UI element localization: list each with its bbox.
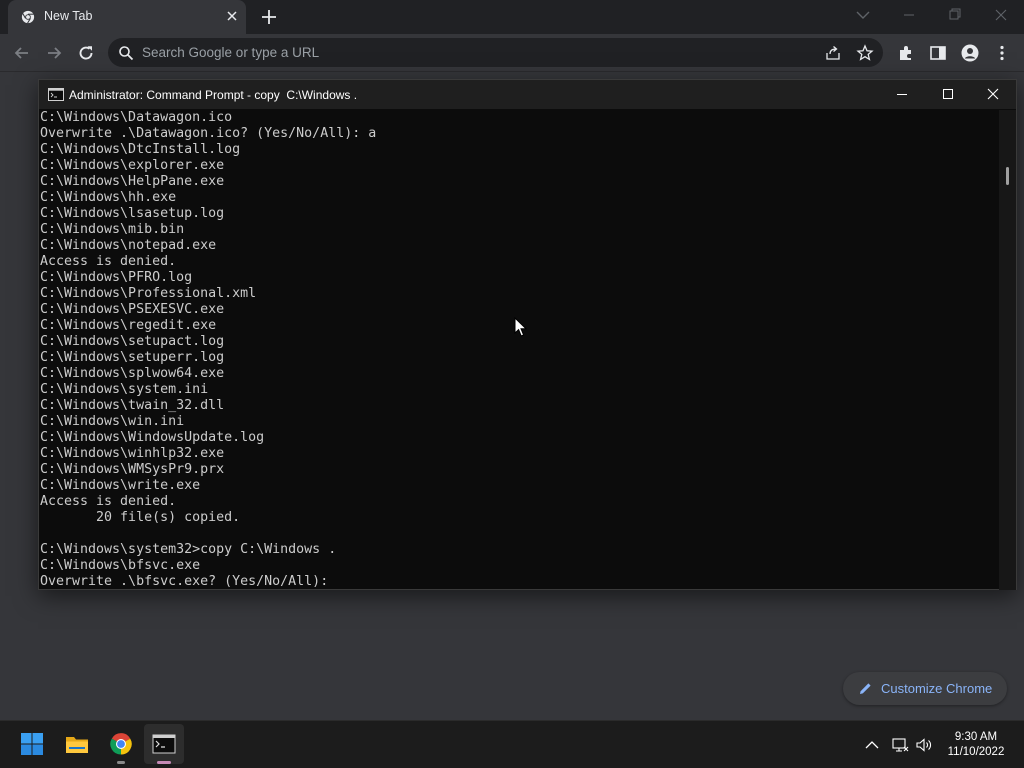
console-line: C:\Windows\WindowsUpdate.log	[40, 430, 265, 445]
console-line: C:\Windows\DtcInstall.log	[40, 142, 241, 157]
console-line: Access is denied.	[40, 494, 177, 509]
new-tab-plus-icon[interactable]	[259, 7, 279, 27]
close-window-icon[interactable]	[978, 0, 1024, 30]
active-indicator	[157, 761, 171, 764]
taskbar-chrome[interactable]	[101, 724, 141, 764]
windows-taskbar: 9:30 AM 11/10/2022	[0, 720, 1024, 768]
cmd-window-title: Administrator: Command Prompt - copy C:\…	[69, 88, 358, 102]
restore-icon[interactable]	[932, 0, 978, 30]
console-line: C:\Windows\PSEXESVC.exe	[40, 302, 225, 317]
chrome-favicon-icon	[21, 10, 35, 24]
terminal-icon	[152, 734, 176, 754]
show-hidden-icons-chevron-icon[interactable]	[863, 736, 881, 754]
cmd-minimize-icon[interactable]	[879, 80, 925, 109]
chrome-tab-strip: New Tab	[0, 0, 1024, 34]
desktop-screen: New Tab Search Google or type a URL Cust…	[0, 0, 1024, 768]
minimize-icon[interactable]	[886, 0, 932, 30]
volume-icon[interactable]	[915, 736, 933, 754]
customize-chrome-button[interactable]: Customize Chrome	[843, 672, 1007, 705]
chrome-icon	[110, 733, 132, 755]
customize-chrome-label: Customize Chrome	[881, 681, 993, 696]
chrome-toolbar: Search Google or type a URL	[0, 34, 1024, 72]
tab-close-icon[interactable]	[224, 8, 240, 24]
clock-time: 9:30 AM	[954, 731, 998, 743]
console-line: 20 file(s) copied.	[40, 510, 241, 525]
system-clock[interactable]: 9:30 AM 11/10/2022	[938, 730, 1014, 760]
side-panel-icon[interactable]	[928, 43, 948, 63]
console-line: C:\Windows\HelpPane.exe	[40, 174, 225, 189]
clock-date: 11/10/2022	[947, 746, 1005, 758]
console-line: C:\Windows\twain_32.dll	[40, 398, 225, 413]
cmd-app-icon	[48, 88, 64, 101]
taskbar-command-prompt[interactable]	[144, 724, 184, 764]
running-indicator	[117, 761, 125, 764]
console-line: C:\Windows\system.ini	[40, 382, 209, 397]
cmd-maximize-icon[interactable]	[925, 80, 971, 109]
console-line: C:\Windows\write.exe	[40, 478, 201, 493]
search-icon	[119, 46, 134, 61]
console-line: Access is denied.	[40, 254, 177, 269]
tab-search-chevron-icon[interactable]	[855, 8, 871, 22]
console-scrollbar[interactable]	[999, 110, 1016, 590]
console-line: C:\Windows\notepad.exe	[40, 238, 217, 253]
windows-logo-icon	[21, 733, 43, 755]
share-icon[interactable]	[824, 44, 842, 62]
folder-icon	[66, 737, 88, 753]
console-line: Overwrite .\bfsvc.exe? (Yes/No/All):	[40, 574, 329, 589]
network-icon[interactable]	[891, 736, 909, 754]
console-line: C:\Windows\mib.bin	[40, 222, 185, 237]
cmd-title-bar[interactable]: Administrator: Command Prompt - copy C:\…	[39, 80, 1016, 109]
omnibox-placeholder: Search Google or type a URL	[142, 45, 320, 60]
bookmark-star-icon[interactable]	[856, 44, 874, 62]
console-line: C:\Windows\PFRO.log	[40, 270, 193, 285]
console-line: C:\Windows\splwow64.exe	[40, 366, 225, 381]
console-line: C:\Windows\Professional.xml	[40, 286, 257, 301]
console-line: C:\Windows\setuperr.log	[40, 350, 225, 365]
tab-title: New Tab	[44, 9, 93, 23]
console-line: C:\Windows\WMSysPr9.prx	[40, 462, 225, 477]
console-line: C:\Windows\Datawagon.ico	[40, 110, 233, 125]
taskbar-start-button[interactable]	[12, 724, 52, 764]
tab-new-tab[interactable]: New Tab	[8, 0, 246, 34]
pencil-icon	[860, 683, 871, 694]
taskbar-file-explorer[interactable]	[57, 724, 97, 764]
console-line: Overwrite .\Datawagon.ico? (Yes/No/All):…	[40, 126, 377, 141]
console-line: C:\Windows\lsasetup.log	[40, 206, 225, 221]
reload-icon[interactable]	[76, 43, 96, 63]
console-line: C:\Windows\system32>copy C:\Windows .	[40, 542, 337, 557]
forward-arrow-icon[interactable]	[44, 43, 64, 63]
omnibox[interactable]: Search Google or type a URL	[108, 38, 883, 67]
chrome-menu-kebab-icon[interactable]	[992, 43, 1012, 63]
console-line: C:\Windows\winhlp32.exe	[40, 446, 225, 461]
mouse-pointer-icon	[514, 317, 528, 337]
console-line: C:\Windows\hh.exe	[40, 190, 177, 205]
console-line: C:\Windows\explorer.exe	[40, 158, 225, 173]
console-output[interactable]: C:\Windows\Datawagon.ico Overwrite .\Data…	[40, 110, 998, 590]
cmd-close-icon[interactable]	[970, 80, 1016, 109]
console-line: C:\Windows\bfsvc.exe	[40, 558, 201, 573]
profile-avatar-icon[interactable]	[960, 43, 980, 63]
console-line: C:\Windows\win.ini	[40, 414, 185, 429]
back-arrow-icon[interactable]	[12, 43, 32, 63]
extensions-puzzle-icon[interactable]	[896, 43, 916, 63]
scrollbar-thumb[interactable]	[1006, 167, 1009, 185]
